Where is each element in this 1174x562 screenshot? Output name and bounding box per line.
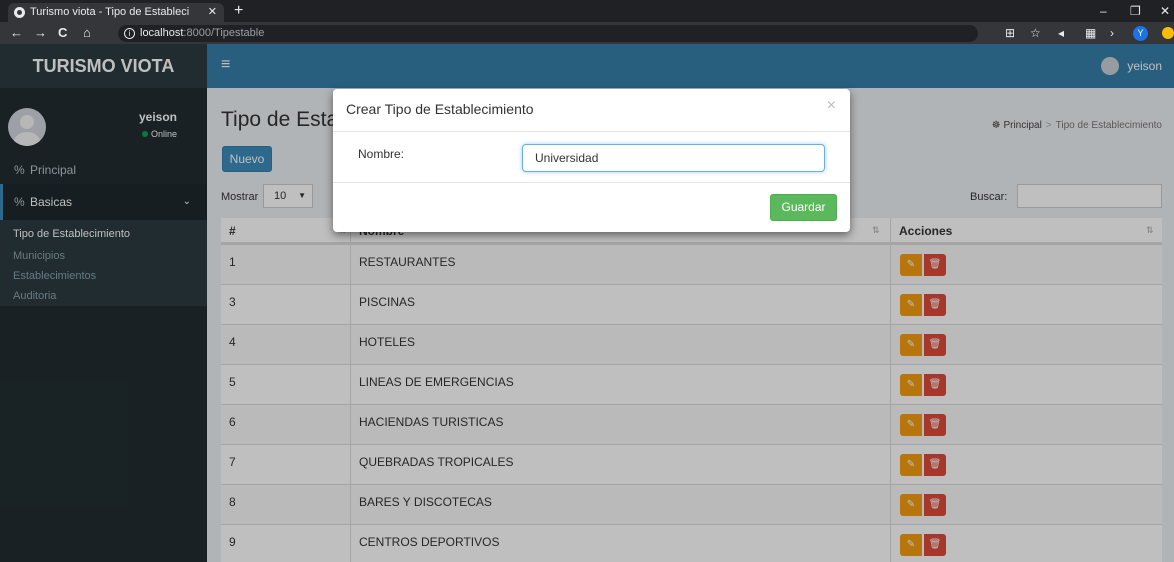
info-icon[interactable]: i [124, 28, 135, 39]
minimize-icon[interactable]: – [1100, 1, 1107, 21]
tab-close-icon[interactable]: ✕ [208, 3, 217, 22]
restore-icon[interactable]: ❐ [1130, 1, 1141, 21]
tab-title: Turismo viota - Tipo de Estableci [30, 6, 190, 18]
qr-icon[interactable]: ▦ [1085, 25, 1096, 41]
url-host: localhost [140, 27, 184, 39]
modal-title: Crear Tipo de Establecimiento [346, 101, 534, 117]
create-type-modal: Crear Tipo de Establecimiento × Nombre: … [333, 89, 850, 232]
window-close-icon[interactable]: ✕ [1160, 1, 1170, 21]
extension-dot-icon[interactable] [1162, 27, 1174, 39]
modal-divider [333, 182, 850, 183]
modal-divider [333, 131, 850, 132]
browser-toolbar: ← → C ⌂ i localhost:8000/Tipestable ⊞ ☆ … [0, 22, 1174, 44]
translate-icon[interactable]: ⊞ [1005, 25, 1015, 41]
star-icon[interactable]: ☆ [1030, 25, 1041, 41]
save-button[interactable]: Guardar [770, 194, 837, 221]
home-icon[interactable]: ⌂ [83, 22, 91, 44]
extension-icon[interactable]: ◂ [1058, 25, 1064, 41]
back-icon[interactable]: ← [10, 22, 23, 44]
new-tab-button[interactable]: + [234, 1, 243, 21]
close-icon[interactable]: × [827, 97, 836, 115]
address-bar[interactable]: i localhost:8000/Tipestable [118, 25, 978, 42]
browser-tab[interactable]: Turismo viota - Tipo de Estableci ✕ [8, 3, 224, 22]
chevron-right-icon[interactable]: › [1110, 25, 1114, 41]
reload-icon[interactable]: C [58, 22, 67, 44]
browser-tab-bar: Turismo viota - Tipo de Estableci ✕ + – … [0, 0, 1174, 22]
url-path: :8000/Tipestable [183, 27, 265, 39]
name-input[interactable]: Universidad [522, 144, 825, 172]
forward-icon[interactable]: → [34, 22, 47, 44]
name-field-label: Nombre: [358, 147, 405, 161]
globe-icon [14, 7, 25, 18]
profile-avatar[interactable]: Y [1133, 26, 1148, 41]
